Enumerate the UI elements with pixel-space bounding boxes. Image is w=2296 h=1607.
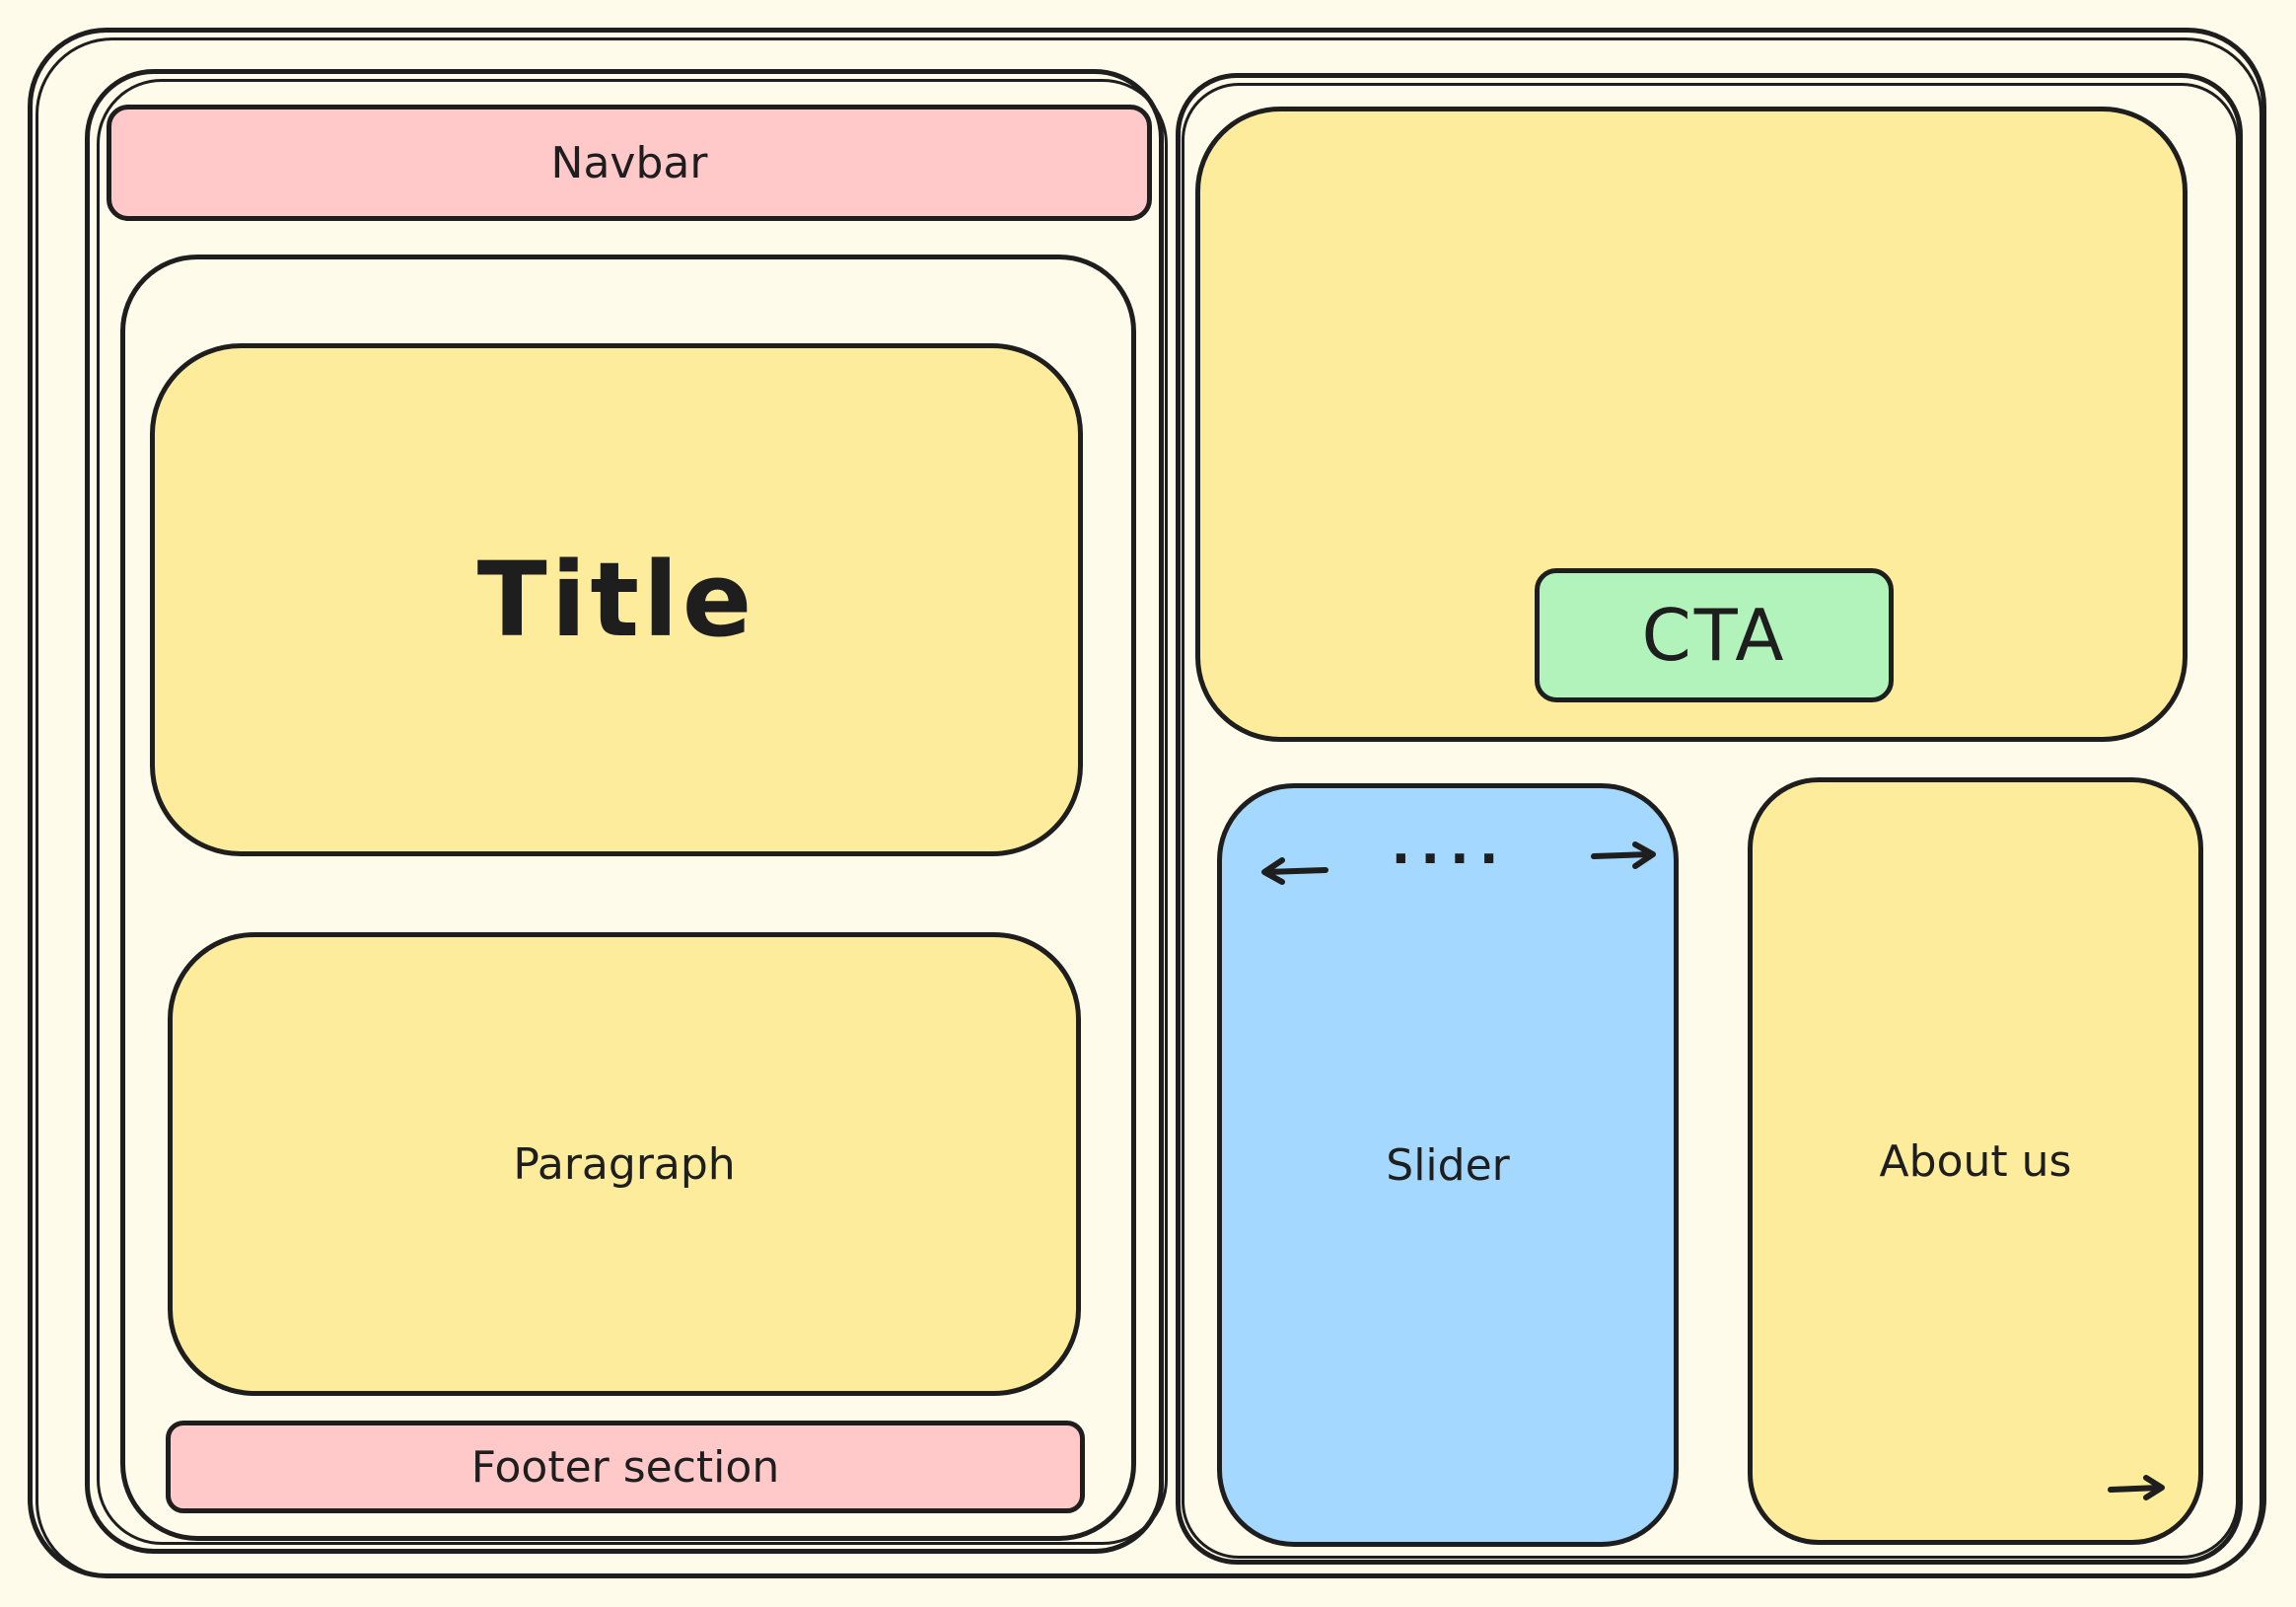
paragraph-label: Paragraph	[513, 1138, 736, 1190]
navbar-label: Navbar	[550, 137, 708, 188]
arrow-left-icon[interactable]	[1260, 850, 1329, 890]
slider-pagination-dots: ....	[1391, 817, 1509, 876]
footer-label: Footer section	[470, 1441, 780, 1493]
slider-label: Slider	[1386, 1139, 1510, 1191]
about-us-label: About us	[1879, 1135, 2072, 1187]
cta-label: CTA	[1641, 594, 1787, 677]
arrow-right-icon[interactable]	[1590, 839, 1659, 874]
arrow-right-icon[interactable]	[2107, 1472, 2166, 1505]
title-label: Title	[476, 540, 756, 660]
